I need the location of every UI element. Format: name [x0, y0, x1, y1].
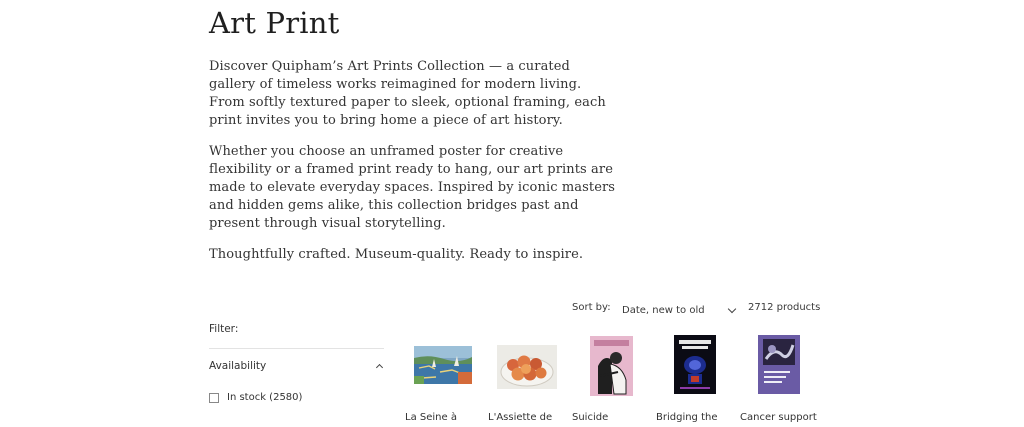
product-card[interactable]: L'Assiette de: [488, 332, 568, 427]
product-image[interactable]: [497, 345, 557, 389]
sort-select-value: Date, new to old: [622, 304, 705, 316]
filter-label: Filter:: [209, 323, 239, 335]
filter-option-in-stock[interactable]: In stock (2580): [209, 392, 302, 403]
sort-select[interactable]: Date, new to old: [622, 302, 736, 318]
filter-divider: [209, 348, 384, 349]
collection-description-paragraph-1: Discover Quipham’s Art Prints Collection…: [209, 59, 606, 128]
product-title[interactable]: La Seine à: [405, 412, 485, 423]
collection-description-paragraph-2: Whether you choose an unframed poster fo…: [209, 144, 616, 231]
product-title[interactable]: Bridging the: [656, 412, 736, 423]
facet-availability-label: Availability: [209, 360, 267, 372]
product-image[interactable]: [414, 346, 472, 384]
product-card[interactable]: Bridging the: [656, 332, 736, 427]
product-title[interactable]: L'Assiette de: [488, 412, 568, 423]
facet-availability-toggle[interactable]: Availability: [209, 358, 384, 374]
in-stock-checkbox[interactable]: [209, 392, 219, 403]
collection-description-paragraph-3: Thoughtfully crafted. Museum-quality. Re…: [209, 247, 584, 262]
page-title: Art Print: [209, 6, 340, 40]
product-count: 2712 products: [748, 302, 821, 313]
product-title[interactable]: Suicide: [572, 412, 652, 423]
chevron-up-icon: [375, 363, 384, 372]
product-card[interactable]: Suicide: [572, 332, 652, 427]
sort-label: Sort by:: [572, 302, 611, 313]
chevron-down-icon: [727, 304, 736, 313]
product-title[interactable]: Cancer support: [740, 412, 820, 423]
filter-option-label: In stock (2580): [227, 392, 303, 403]
product-card[interactable]: Cancer support: [740, 332, 820, 427]
product-image[interactable]: [590, 336, 633, 396]
product-image[interactable]: [674, 335, 716, 394]
product-card[interactable]: La Seine à: [405, 332, 485, 427]
product-image[interactable]: [758, 335, 800, 394]
